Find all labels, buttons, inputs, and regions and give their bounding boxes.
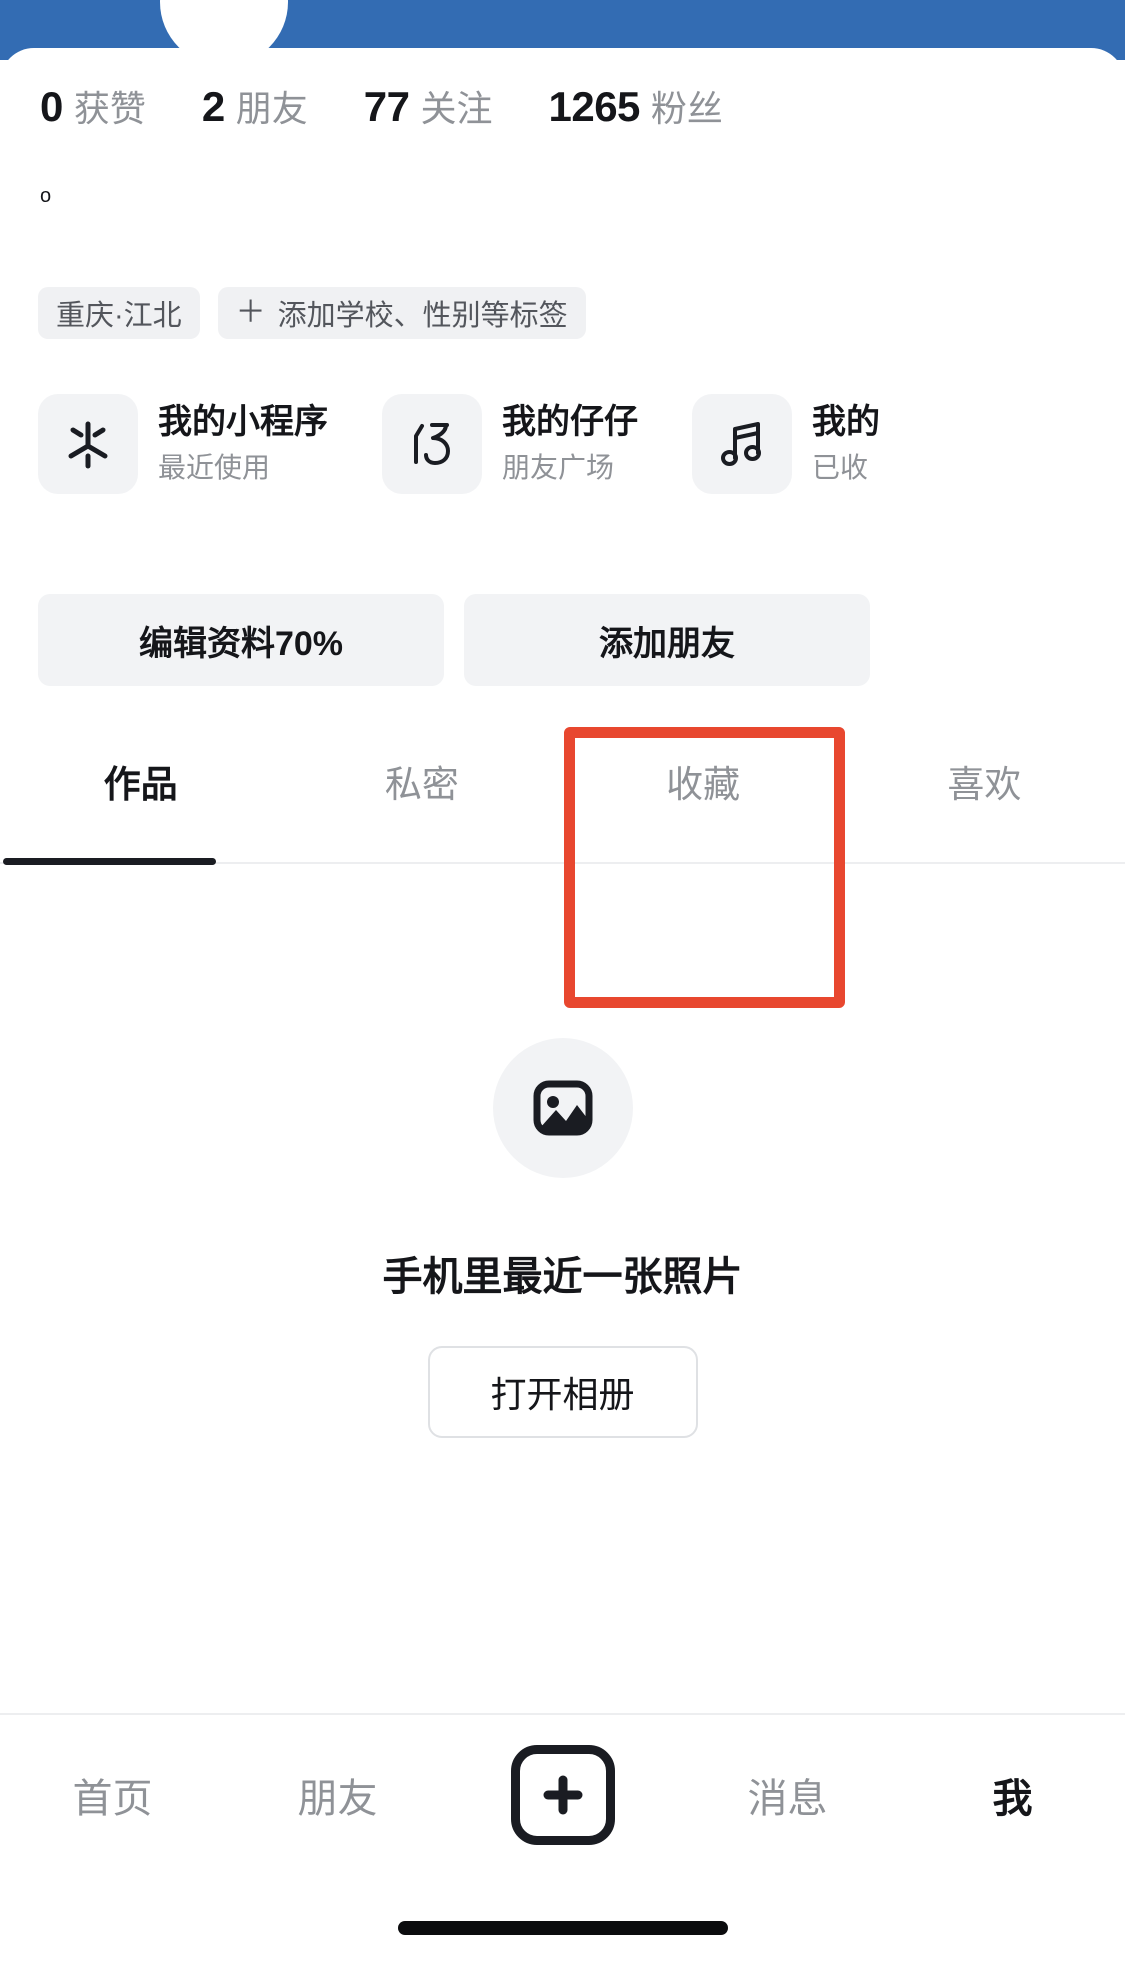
stat-fans-label: 粉丝 [650,88,723,129]
bottom-nav-items: 首页 朋友 消息 我 [0,1715,1125,1875]
nav-item-friends[interactable]: 朋友 [225,1766,450,1824]
content-tabs: 作品 私密 收藏 喜欢 [0,754,1125,842]
nav-item-me[interactable]: 我 [900,1766,1125,1824]
card-my-music[interactable]: 我的 已收 [692,394,880,494]
card-my-miniprograms-sub: 最近使用 [158,452,271,484]
add-friend-button[interactable]: 添加朋友 [464,594,870,686]
stat-friends[interactable]: 2 朋友 [202,80,308,132]
card-my-miniprograms-text: 我的小程序 最近使用 [158,401,328,487]
tag-location[interactable]: 重庆·江北 [38,287,200,339]
card-my-zaizai-text: 我的仔仔 朋友广场 [502,401,638,487]
tag-add-label[interactable]: ＋ 添加学校、性别等标签 [217,287,586,339]
stat-fans[interactable]: 1265 粉丝 [548,80,722,132]
stat-following[interactable]: 77 关注 [364,80,493,132]
stat-likes[interactable]: 0 获赞 [40,80,146,132]
tag-location-label: 重庆·江北 [56,300,182,332]
tag-add-label-text: 添加学校、性别等标签 [277,300,568,332]
tab-private[interactable]: 私密 [281,754,562,842]
nav-item-messages[interactable]: 消息 [675,1766,900,1824]
open-album-button[interactable]: 打开相册 [427,1346,698,1438]
card-my-zaizai[interactable]: 我的仔仔 朋友广场 [382,394,638,494]
music-note-icon [692,394,792,494]
card-my-miniprograms[interactable]: 我的小程序 最近使用 [38,394,328,494]
stat-following-value: 77 [363,83,410,130]
profile-actions: 编辑资料70% 添加朋友 [38,594,890,686]
card-my-zaizai-sub: 朋友广场 [502,452,615,484]
empty-state-title: 手机里最近一张照片 [382,1255,743,1299]
card-my-zaizai-title: 我的仔仔 [502,402,638,441]
zaizai-icon [382,394,482,494]
tab-active-indicator [3,858,216,865]
photo-icon [492,1038,633,1178]
nav-item-create[interactable] [450,1745,675,1845]
miniprogram-icon [38,394,138,494]
plus-icon: ＋ [235,296,266,329]
nav-item-home[interactable]: 首页 [0,1766,225,1824]
home-indicator [397,1921,728,1935]
card-my-music-text: 我的 已收 [812,401,880,487]
card-my-music-sub: 已收 [812,452,869,484]
profile-signature[interactable]: o [40,186,51,206]
card-my-music-title: 我的 [812,402,880,441]
plus-icon [510,1745,615,1845]
stat-friends-label: 朋友 [235,88,308,129]
bottom-navigation-bar: 首页 朋友 消息 我 [0,1713,1125,1963]
stat-likes-value: 0 [40,83,63,130]
card-my-miniprograms-title: 我的小程序 [158,402,328,441]
empty-state: 手机里最近一张照片 打开相册 [0,1038,1125,1438]
profile-tags: 重庆·江北 ＋ 添加学校、性别等标签 [38,287,604,339]
stat-likes-label: 获赞 [73,88,146,129]
stat-friends-value: 2 [201,83,225,130]
edit-profile-button[interactable]: 编辑资料70% [38,594,444,686]
profile-stats: 0 获赞 2 朋友 77 关注 1265 粉丝 [40,80,779,132]
tab-likes[interactable]: 喜欢 [844,754,1125,842]
tab-works[interactable]: 作品 [0,754,281,842]
tab-favorites[interactable]: 收藏 [563,754,844,842]
stat-following-label: 关注 [420,88,493,129]
entry-cards: 我的小程序 最近使用 我的仔仔 朋友广场 我的 已收 [38,394,934,494]
stat-fans-value: 1265 [548,83,640,130]
